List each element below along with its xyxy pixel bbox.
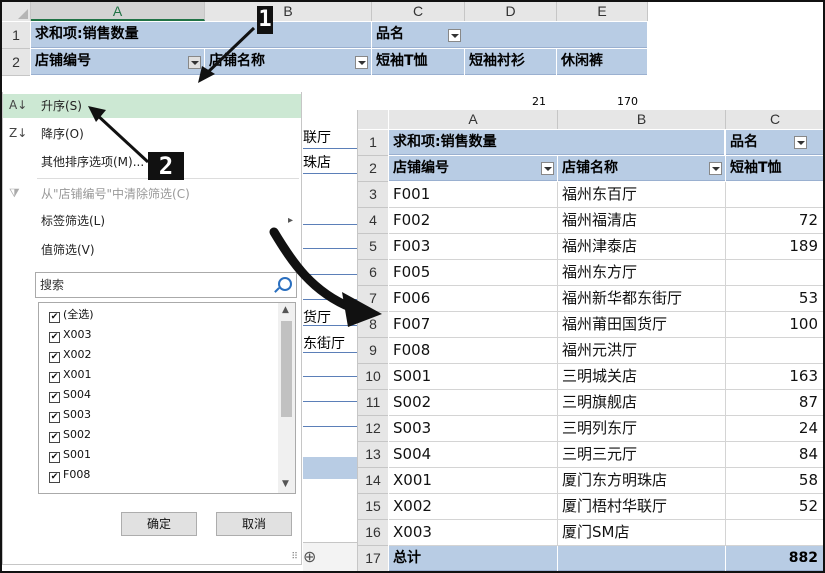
annotation-arrows xyxy=(88,26,382,327)
screenshot-frame: A B C D E 1 2 求和项:销售数量 品名 店铺编号 店铺名称 短袖T恤… xyxy=(0,0,825,573)
arrow-line-2 xyxy=(94,112,150,164)
transition-arrow-head xyxy=(342,292,382,327)
arrow-line-1 xyxy=(204,26,256,76)
transition-arrow xyxy=(269,227,357,313)
